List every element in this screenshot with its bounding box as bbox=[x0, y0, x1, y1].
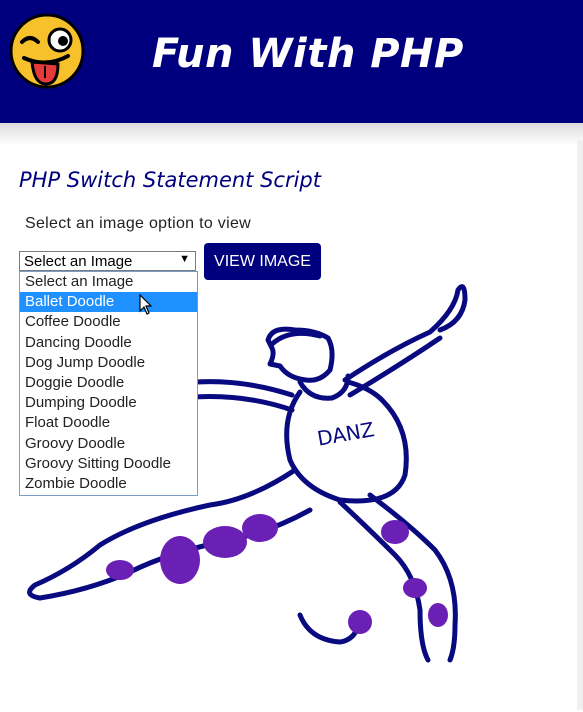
select-option[interactable]: Select an Image bbox=[20, 272, 197, 292]
scrollbar[interactable] bbox=[577, 140, 583, 710]
select-option-highlighted[interactable]: Ballet Doodle bbox=[20, 292, 197, 313]
chevron-down-icon: ▼ bbox=[179, 253, 190, 265]
shirt-text: DANZ bbox=[315, 417, 376, 451]
site-header: Fun With PHP bbox=[0, 0, 583, 123]
select-option[interactable]: Groovy Sitting Doodle bbox=[20, 454, 197, 474]
select-option[interactable]: Zombie Doodle bbox=[20, 474, 197, 494]
image-select[interactable]: Select an Image ▼ bbox=[19, 251, 196, 271]
select-option[interactable]: Dancing Doodle bbox=[20, 333, 197, 353]
winking-tongue-emoji-icon bbox=[9, 13, 85, 89]
select-option[interactable]: Dumping Doodle bbox=[20, 393, 197, 413]
select-option[interactable]: Groovy Doodle bbox=[20, 434, 197, 454]
select-option[interactable]: Float Doodle bbox=[20, 413, 197, 433]
select-value: Select an Image bbox=[24, 253, 133, 270]
page-heading: PHP Switch Statement Script bbox=[19, 168, 321, 192]
site-title: Fun With PHP bbox=[152, 31, 464, 77]
image-select-dropdown[interactable]: Select an Image Ballet Doodle Coffee Doo… bbox=[19, 271, 198, 496]
instruction-text: Select an image option to view bbox=[25, 215, 252, 232]
mouse-cursor-icon bbox=[139, 294, 153, 315]
select-option[interactable]: Coffee Doodle bbox=[20, 312, 197, 332]
select-option[interactable]: Doggie Doodle bbox=[20, 373, 197, 393]
select-option[interactable]: Dog Jump Doodle bbox=[20, 353, 197, 373]
